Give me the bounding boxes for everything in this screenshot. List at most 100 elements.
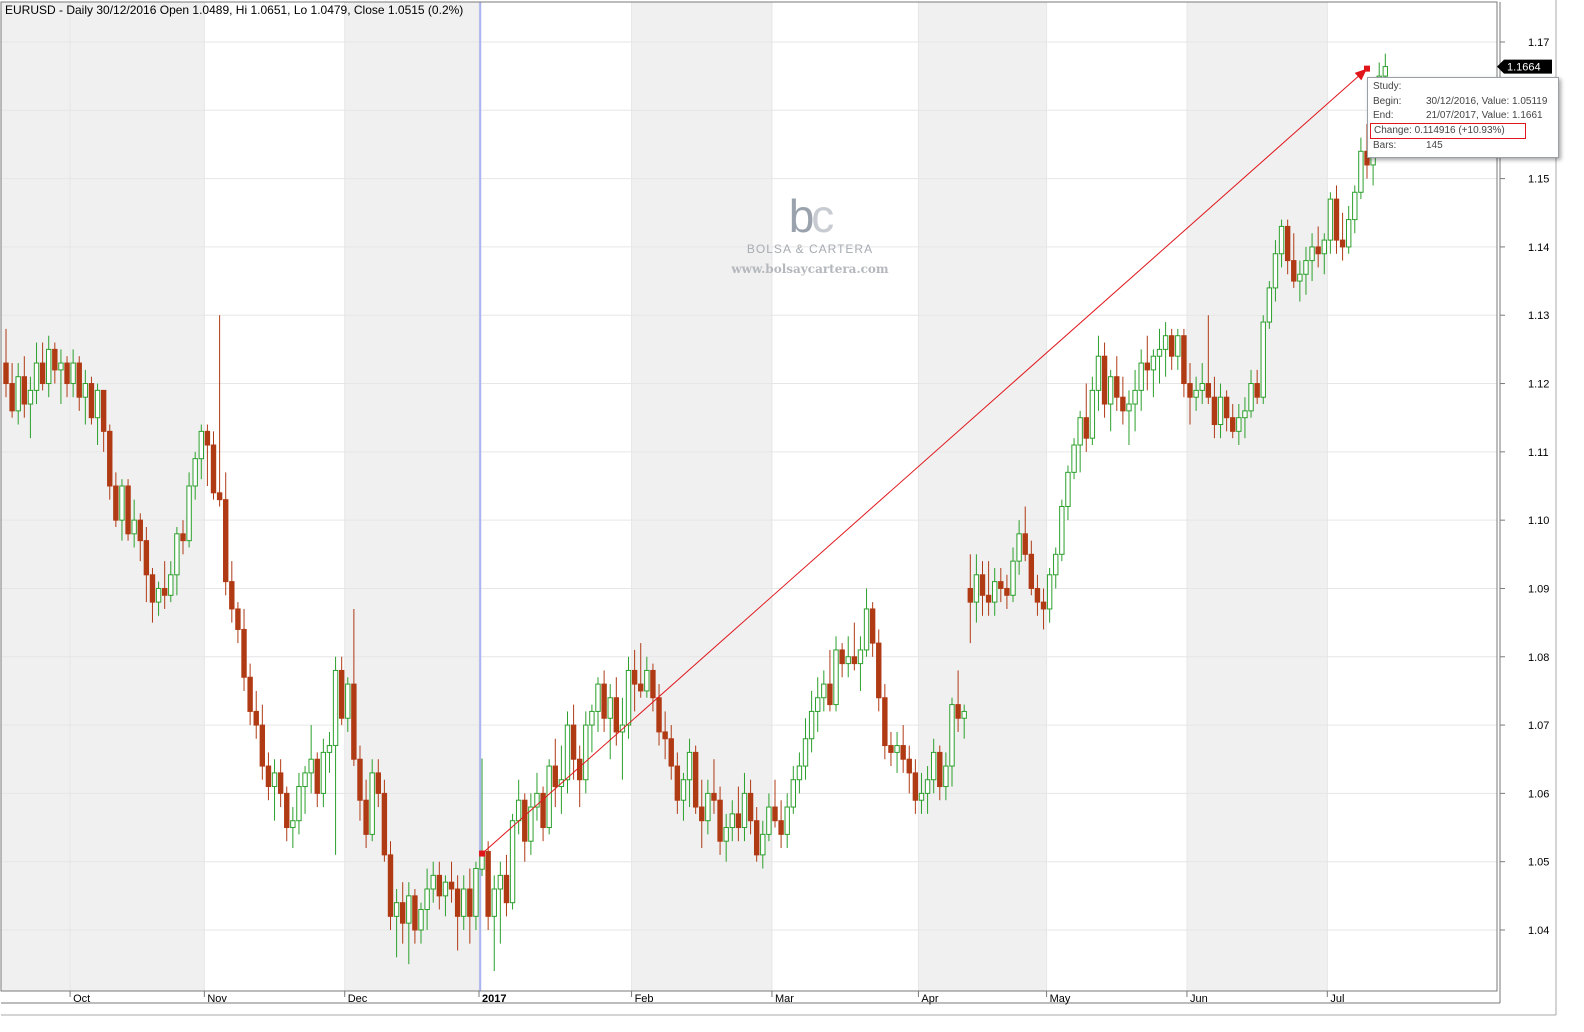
- candle-body: [467, 888, 473, 917]
- chart-svg[interactable]: 1.171.161.151.141.131.121.111.101.091.08…: [0, 0, 1584, 1027]
- candle-body: [992, 581, 998, 603]
- candle[interactable]: [692, 745, 699, 814]
- candle-body: [1010, 560, 1016, 596]
- study-bars-row: Bars: 145: [1373, 139, 1553, 153]
- candle-body: [369, 772, 375, 835]
- candle-body: [552, 765, 558, 788]
- candle-body: [497, 874, 504, 890]
- candle-body: [180, 533, 186, 542]
- candle-body: [662, 731, 668, 740]
- y-tick-label: 1.06: [1528, 788, 1549, 800]
- candlestick-chart[interactable]: 1.171.161.151.141.131.121.111.101.091.08…: [0, 0, 1584, 1027]
- candle-body: [522, 799, 528, 842]
- candle-body: [461, 888, 467, 917]
- candle-body: [1297, 273, 1303, 282]
- candle-body: [967, 587, 973, 603]
- y-tick-label: 1.08: [1528, 652, 1549, 664]
- y-tick-label: 1.11: [1528, 447, 1549, 459]
- candle-body: [692, 751, 699, 808]
- x-tick-label: Oct: [73, 993, 90, 1005]
- candle-body: [1260, 321, 1266, 398]
- candle-body: [833, 649, 839, 706]
- price-tag: 1.1664: [1507, 62, 1541, 74]
- candle[interactable]: [1266, 281, 1273, 329]
- candle-body: [33, 362, 40, 391]
- candle-body: [1040, 601, 1047, 610]
- candle-body: [1309, 246, 1315, 262]
- candle[interactable]: [1260, 315, 1266, 405]
- candle[interactable]: [546, 759, 552, 835]
- candle-body: [168, 574, 174, 596]
- candle-body: [1053, 553, 1059, 576]
- candle-body: [406, 895, 412, 924]
- candle[interactable]: [88, 376, 95, 425]
- y-tick-label: 1.12: [1528, 379, 1549, 391]
- candle-body: [564, 724, 571, 781]
- candle-body: [424, 888, 430, 911]
- candle-body: [131, 519, 137, 535]
- candle-body: [570, 724, 577, 760]
- candle-body: [869, 608, 876, 644]
- candle[interactable]: [1059, 499, 1065, 562]
- price-tag-group: 1.1664: [1497, 59, 1552, 74]
- x-tick-label: Jul: [1330, 993, 1344, 1005]
- candle-body: [3, 362, 9, 385]
- candle-body: [64, 362, 70, 385]
- candle-body: [412, 895, 418, 931]
- candle-body: [589, 710, 595, 726]
- candle-body: [906, 758, 912, 774]
- candle-body: [302, 772, 308, 788]
- study-end-value: 21/07/2017, Value: 1.1661: [1426, 110, 1543, 121]
- x-tick-label: Nov: [207, 993, 227, 1005]
- x-tick-label: Jun: [1190, 993, 1208, 1005]
- candle-body: [503, 874, 510, 904]
- candle-body: [76, 362, 82, 398]
- candle-body: [1138, 362, 1144, 391]
- candle-body: [1169, 335, 1175, 357]
- candle-body: [1181, 335, 1187, 385]
- candle-body: [216, 492, 223, 501]
- candle-body: [1315, 246, 1321, 255]
- candle[interactable]: [387, 841, 394, 930]
- candle-body: [119, 485, 125, 521]
- candle-body: [821, 683, 827, 699]
- candle-body: [699, 806, 705, 822]
- candle-body: [1162, 335, 1169, 350]
- candle-body: [650, 669, 656, 699]
- candle-body: [326, 745, 333, 753]
- candle-body: [473, 868, 479, 917]
- candle-body: [1120, 396, 1126, 412]
- candle-body: [515, 799, 522, 822]
- candle-body: [259, 724, 266, 767]
- candle-body: [851, 656, 858, 665]
- candle-body: [827, 683, 833, 706]
- candle-body: [1333, 198, 1340, 241]
- candle-body: [894, 745, 900, 753]
- x-tick-label: Apr: [921, 993, 938, 1005]
- y-tick-label: 1.05: [1528, 857, 1549, 869]
- candle-body: [1345, 219, 1352, 248]
- trendline-start-handle[interactable]: [479, 850, 486, 857]
- candle-body: [363, 799, 369, 835]
- candle[interactable]: [125, 479, 131, 541]
- x-tick-label: Mar: [775, 993, 794, 1005]
- chart-background: [0, 0, 1584, 1027]
- candle-body: [1077, 417, 1083, 446]
- candle-body: [918, 792, 925, 801]
- candle-body: [284, 792, 290, 829]
- x-tick-label: May: [1050, 993, 1071, 1005]
- candle-body: [46, 348, 52, 385]
- candle[interactable]: [485, 841, 491, 930]
- candle-body: [174, 533, 180, 576]
- candle-body: [784, 806, 790, 835]
- candle-body: [961, 710, 967, 719]
- candle-body: [491, 888, 497, 917]
- candle-body: [143, 540, 150, 576]
- chart-title: EURUSD - Daily 30/12/2016 Open 1.0489, H…: [5, 3, 464, 17]
- candle-body: [753, 820, 760, 856]
- candle-body: [308, 758, 314, 774]
- candle-body: [345, 683, 351, 719]
- candle-body: [1382, 66, 1389, 77]
- candle-body: [1187, 383, 1193, 398]
- candle-body: [210, 444, 217, 494]
